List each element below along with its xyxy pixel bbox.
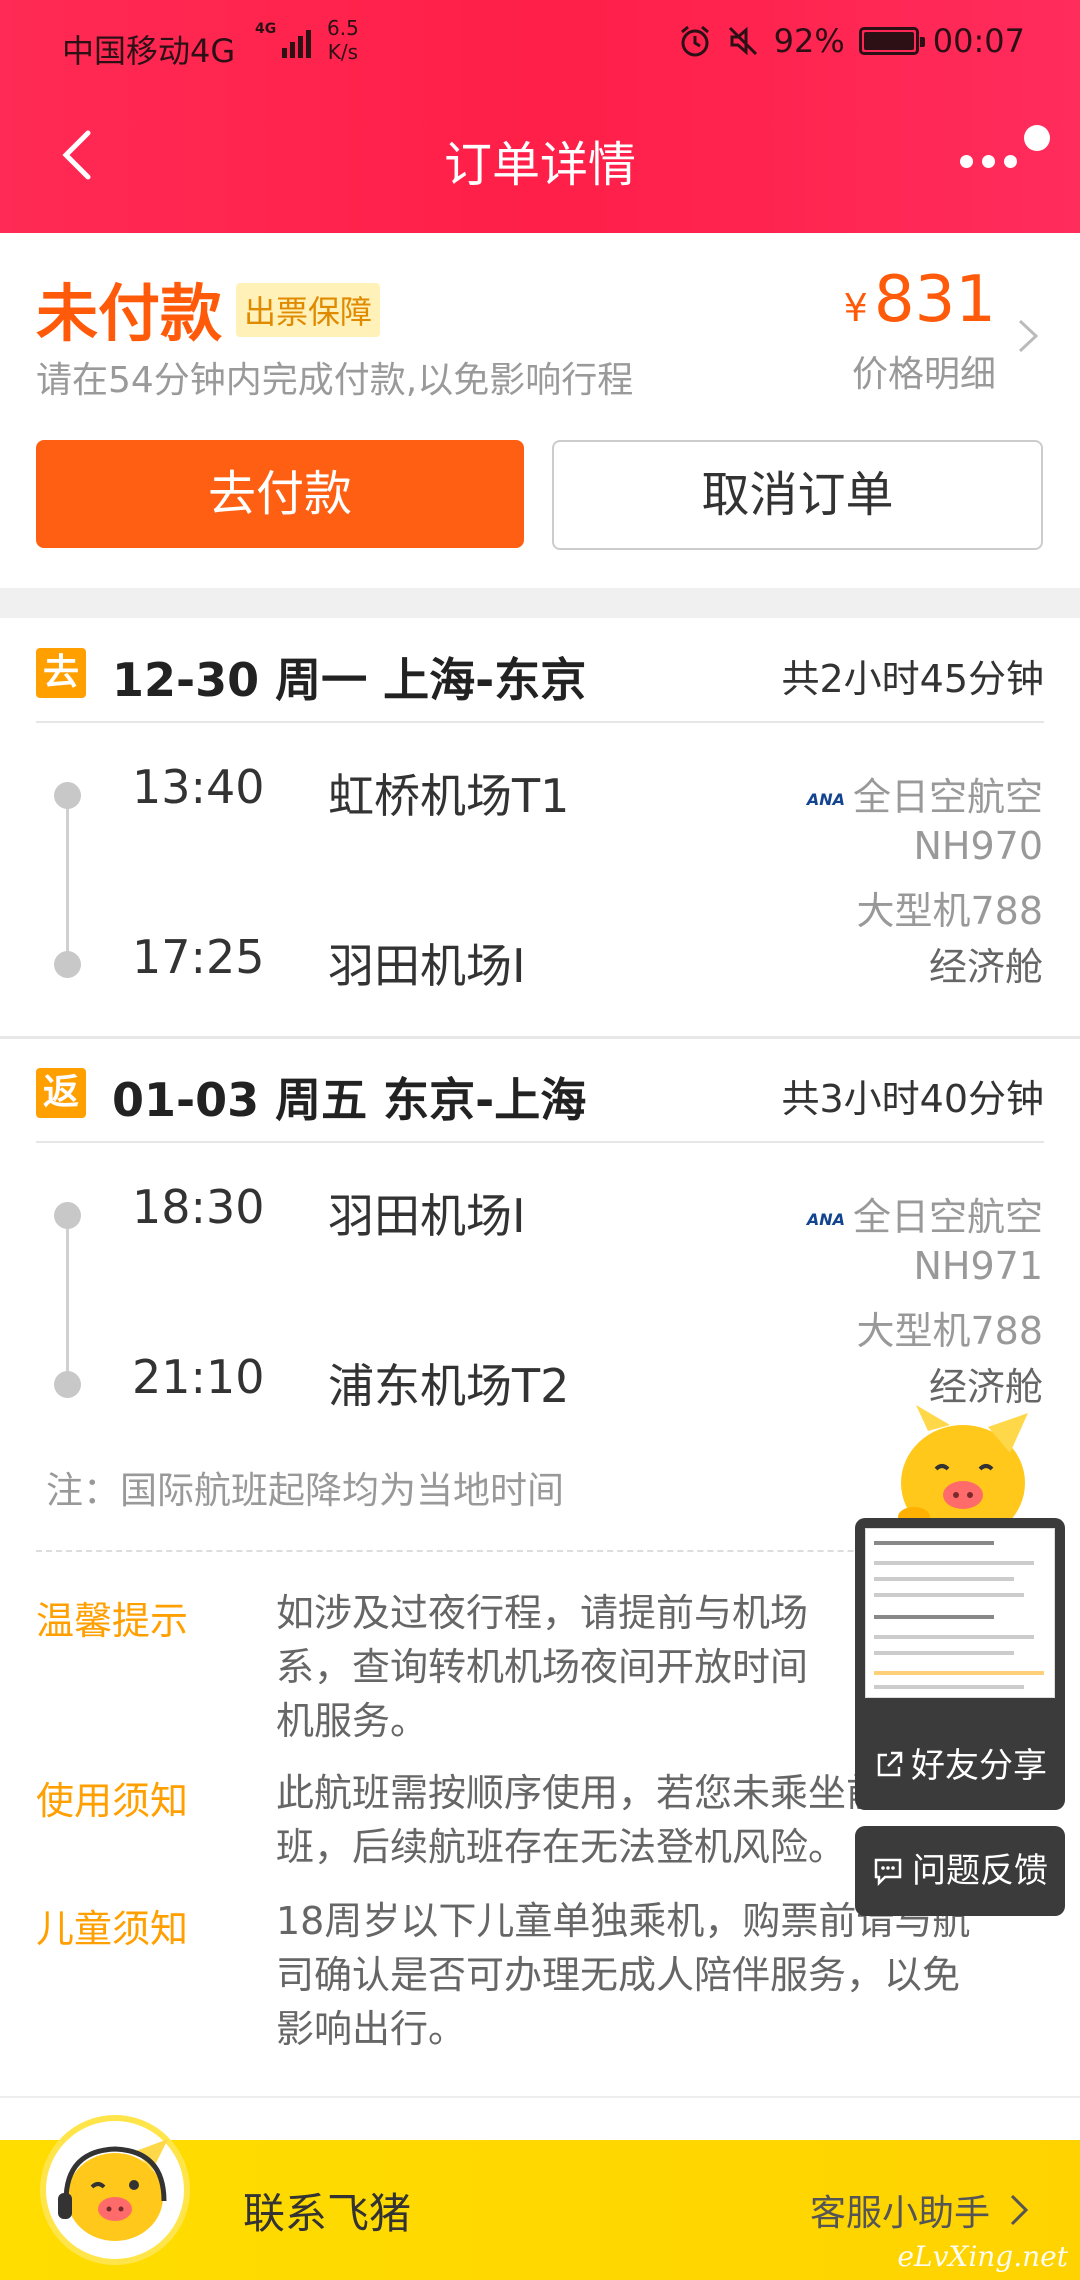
depart-dot xyxy=(54,1202,81,1229)
guarantee-badge: 出票保障 xyxy=(236,283,381,337)
customer-service-avatar xyxy=(40,2115,190,2265)
header-bar: 中国移动4G 4G 6.5 K/s 92% 00:07 订单详情 xyxy=(0,0,1080,233)
airline-name: ANA 全日空航空 xyxy=(806,1195,1043,1239)
mascot-headset-icon xyxy=(58,2139,168,2241)
segment-duration: 共2小时45分钟 xyxy=(781,657,1044,701)
notification-dot xyxy=(1024,125,1050,151)
nav-bar: 订单详情 xyxy=(0,95,1080,233)
arrive-time: 21:10 xyxy=(132,1350,265,1404)
section-divider xyxy=(0,2096,1080,2098)
cabin-class: 经济舱 xyxy=(928,945,1043,989)
depart-dot xyxy=(54,782,81,809)
battery-percent: 92% xyxy=(773,22,845,60)
ana-logo-icon: ANA xyxy=(806,790,845,809)
share-card[interactable]: 好友分享 xyxy=(855,1518,1065,1810)
arrive-time: 17:25 xyxy=(132,930,265,984)
return-badge: 返 xyxy=(36,1068,86,1118)
order-status: 未付款 xyxy=(36,277,223,350)
aircraft-type: 大型机788 xyxy=(856,1309,1043,1353)
more-button[interactable] xyxy=(960,125,1050,185)
pay-button[interactable]: 去付款 xyxy=(36,440,524,548)
order-price[interactable]: ¥831 xyxy=(844,263,996,337)
cabin-class: 经济舱 xyxy=(928,1365,1043,1409)
clock-time: 00:07 xyxy=(932,22,1025,60)
arrive-airport: 浦东机场T2 xyxy=(328,1359,570,1413)
order-summary: 未付款 出票保障 请在54分钟内完成付款,以免影响行程 ¥831 价格明细 去付… xyxy=(0,233,1080,588)
price-detail-link[interactable]: 价格明细 xyxy=(852,345,996,397)
depart-time: 13:40 xyxy=(132,760,265,814)
battery-icon xyxy=(858,27,925,55)
depart-airport: 虹桥机场T1 xyxy=(328,769,570,823)
flight-number: NH971 xyxy=(913,1244,1043,1288)
tip-label-children: 儿童须知 xyxy=(36,1907,189,1951)
outbound-badge: 去 xyxy=(36,648,86,698)
flight-number: NH970 xyxy=(913,824,1043,868)
chevron-right-icon[interactable] xyxy=(1008,2190,1032,2230)
mute-icon xyxy=(728,26,757,56)
arrive-dot xyxy=(54,1371,81,1398)
flight-segment-return[interactable]: 返 01-03 周五 东京-上海 共3小时40分钟 18:30 羽田机场I 21… xyxy=(0,1038,1080,1458)
segment-title: 12-30 周一 上海-东京 xyxy=(112,653,587,707)
flight-segment-outbound[interactable]: 去 12-30 周一 上海-东京 共2小时45分钟 13:40 虹桥机场T1 1… xyxy=(0,618,1080,1038)
tip-text-children: 18周岁以下儿童单独乘机，购票前请与航 司确认是否可办理无成人陪伴服务，以免 影… xyxy=(276,1899,971,2051)
chat-bubble-icon xyxy=(874,1858,902,1887)
payment-countdown-tip: 请在54分钟内完成付款,以免影响行程 xyxy=(36,360,634,401)
contact-bar[interactable]: 联系飞猪 客服小助手 eLvXing.net xyxy=(0,2115,1080,2280)
ana-logo-icon: ANA xyxy=(806,1210,845,1229)
share-button[interactable]: 好友分享 xyxy=(855,1738,1065,1798)
assistant-link[interactable]: 客服小助手 xyxy=(810,2184,990,2236)
price-amount: 831 xyxy=(873,263,996,337)
depart-time: 18:30 xyxy=(132,1180,265,1234)
tip-label-warm: 温馨提示 xyxy=(36,1599,189,1643)
segment-duration: 共3小时40分钟 xyxy=(781,1077,1044,1121)
network-speed: 6.5 K/s xyxy=(327,16,359,64)
timeline-line xyxy=(66,796,69,961)
share-preview-thumbnail xyxy=(865,1528,1055,1698)
carrier-label: 中国移动4G xyxy=(62,32,236,70)
tip-label-usage: 使用须知 xyxy=(36,1779,189,1823)
status-bar: 中国移动4G 4G 6.5 K/s 92% 00:07 xyxy=(0,0,1080,95)
currency-symbol: ¥ xyxy=(843,286,868,330)
airline-name: ANA 全日空航空 xyxy=(806,775,1043,819)
arrive-airport: 羽田机场I xyxy=(328,939,526,993)
arrive-dot xyxy=(54,951,81,978)
share-icon xyxy=(877,1751,903,1777)
cancel-order-button[interactable]: 取消订单 xyxy=(552,440,1043,550)
local-time-note: 注：国际航班起降均为当地时间 xyxy=(46,1469,564,1512)
watermark-text: eLvXing.net xyxy=(897,2240,1068,2273)
chevron-right-icon[interactable] xyxy=(1014,311,1044,361)
depart-airport: 羽田机场I xyxy=(328,1189,526,1243)
signal-icon xyxy=(282,28,312,58)
aircraft-type: 大型机788 xyxy=(856,889,1043,933)
feedback-button[interactable]: 问题反馈 xyxy=(855,1826,1065,1916)
alarm-icon xyxy=(680,25,709,57)
section-divider xyxy=(0,588,1080,618)
contact-fliggy-label: 联系飞猪 xyxy=(243,2189,412,2238)
page-title: 订单详情 xyxy=(443,137,636,193)
network-tag: 4G xyxy=(255,21,277,37)
segment-title: 01-03 周五 东京-上海 xyxy=(112,1073,587,1127)
timeline-line xyxy=(66,1216,69,1381)
